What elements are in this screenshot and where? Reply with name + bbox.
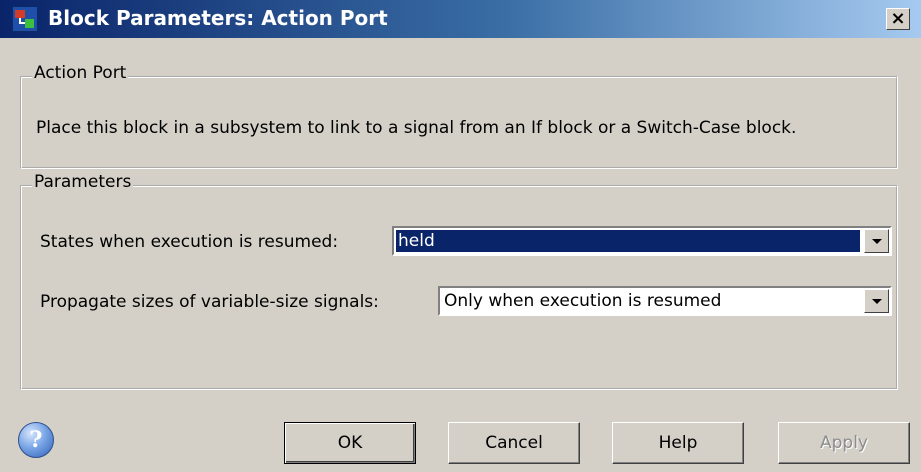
propagate-dropdown[interactable]: Only when execution is resumed <box>438 286 892 316</box>
action-port-legend: Action Port <box>32 63 129 83</box>
close-icon: × <box>890 8 906 29</box>
chevron-down-icon[interactable] <box>864 289 889 313</box>
block-parameters-dialog: Block Parameters: Action Port × Action P… <box>0 0 921 472</box>
chevron-down-icon[interactable] <box>864 229 889 253</box>
apply-button[interactable]: Apply <box>778 422 910 464</box>
parameters-legend: Parameters <box>32 172 134 192</box>
action-port-description: Place this block in a subsystem to link … <box>36 118 797 138</box>
states-selected-value: held <box>396 230 860 252</box>
window-title: Block Parameters: Action Port <box>48 6 388 30</box>
help-button[interactable]: Help <box>612 422 744 464</box>
ok-button[interactable]: OK <box>284 422 416 464</box>
cancel-button[interactable]: Cancel <box>448 422 580 464</box>
states-dropdown[interactable]: held <box>392 226 892 256</box>
states-label: States when execution is resumed: <box>40 232 339 252</box>
title-bar[interactable]: Block Parameters: Action Port × <box>0 0 921 38</box>
help-icon[interactable]: ? <box>18 422 54 458</box>
simulink-block-icon <box>12 6 38 32</box>
propagate-selected-value: Only when execution is resumed <box>444 291 722 311</box>
propagate-label: Propagate sizes of variable-size signals… <box>40 292 379 312</box>
close-button[interactable]: × <box>886 8 910 30</box>
